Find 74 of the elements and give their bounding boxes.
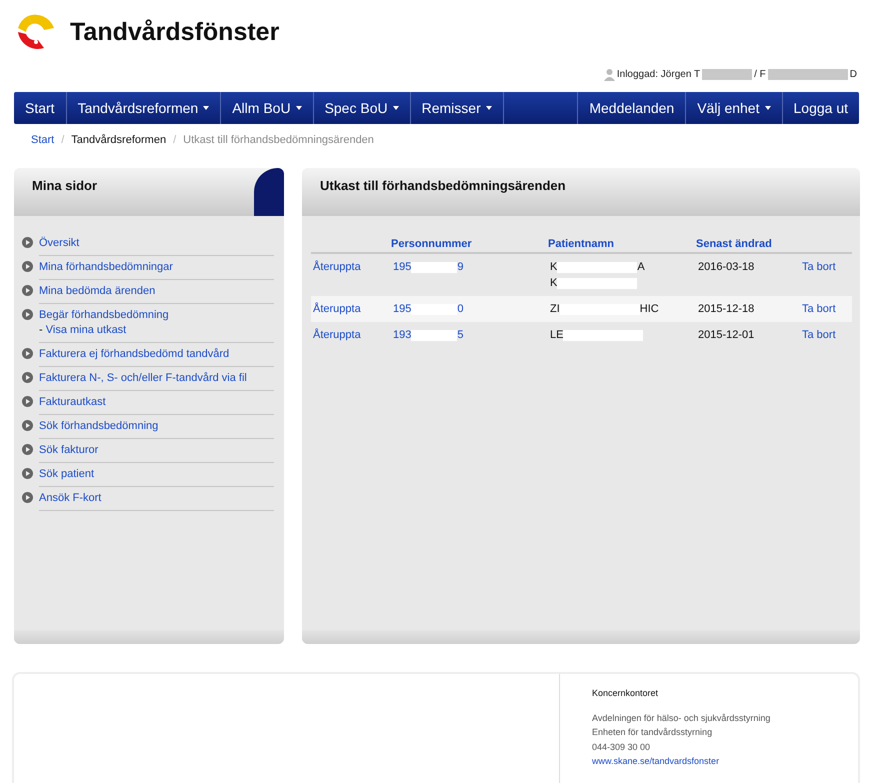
breadcrumb-separator: / xyxy=(173,134,176,148)
login-text: / F xyxy=(754,68,766,80)
column-header: Patientnamn xyxy=(548,238,616,250)
footer-line: Avdelningen för hälso- och sjukvårdsstyrning xyxy=(592,712,770,725)
resume-link[interactable]: Återuppta xyxy=(313,327,393,343)
breadcrumb-link[interactable]: Start xyxy=(31,134,54,152)
play-bullet-icon xyxy=(22,285,33,296)
play-bullet-icon xyxy=(22,261,33,272)
date-cell-text: 2015-12-01 xyxy=(698,328,756,343)
sidebar-link[interactable]: Sök fakturor xyxy=(39,444,98,456)
nav-item[interactable]: Start xyxy=(14,92,67,124)
remove-link[interactable]: Ta bort xyxy=(802,301,852,317)
caret-icon xyxy=(486,106,492,110)
play-bullet-icon xyxy=(22,492,33,503)
resume-link[interactable]: Återuppta xyxy=(313,301,393,317)
nav-item[interactable]: Spec BoU xyxy=(314,92,411,124)
login-text: Inloggad: Jörgen T xyxy=(616,68,700,80)
patient-name-cell: LE xyxy=(550,327,698,343)
play-bullet-icon xyxy=(22,444,33,455)
nav-item[interactable]: Välj enhet xyxy=(685,92,782,124)
panel-title: Utkast till förhandsbedömningsärenden xyxy=(319,177,566,195)
user-icon xyxy=(604,68,615,80)
sidebar-link[interactable]: Fakturera N-, S- och/eller F-tandvård via fil xyxy=(39,372,247,384)
footer-line: 044-309 30 00 xyxy=(592,740,652,754)
caret-icon xyxy=(764,106,770,110)
play-bullet-icon xyxy=(22,468,33,479)
caret-icon xyxy=(296,106,302,110)
footer-org: Koncernkontoret xyxy=(592,687,660,700)
nav-item[interactable]: Allm BoU xyxy=(221,92,314,124)
sidebar-link[interactable]: Sök förhandsbedömning xyxy=(39,420,158,432)
sidebar-link[interactable]: Visa mina utkast xyxy=(46,324,126,336)
play-bullet-icon xyxy=(22,237,33,248)
sidebar-link[interactable]: Ansök F-kort xyxy=(39,492,102,504)
breadcrumb-item: Tandvårdsreformen xyxy=(71,134,166,148)
site-title: Tandvårdsfönster xyxy=(70,18,280,46)
breadcrumb-separator: / xyxy=(61,134,64,148)
date-cell-text: 2015-12-18 xyxy=(698,302,756,317)
panel-title: Mina sidor xyxy=(31,177,98,195)
patient-name-cell-text: K A K xyxy=(550,260,646,291)
caret-icon xyxy=(392,106,399,110)
remove-link[interactable]: Ta bort xyxy=(802,259,852,291)
sidebar-link[interactable]: Översikt xyxy=(39,237,80,249)
nav-item[interactable]: Tandvårdsreformen xyxy=(66,92,222,124)
personnummer-link[interactable]: 195 0 xyxy=(393,303,464,315)
sidebar-link[interactable]: Mina förhandsbedömningar xyxy=(39,261,173,273)
nav-item[interactable]: Remisser xyxy=(410,92,504,124)
patient-name-cell-text: ZI HIC xyxy=(550,302,660,317)
footer-line: Enheten för tandvårdsstyrning xyxy=(592,726,714,739)
caret-icon xyxy=(203,106,210,110)
nav-item[interactable]: Logga ut xyxy=(782,92,859,124)
play-bullet-icon xyxy=(22,309,33,320)
sidebar-link[interactable]: Begär förhandsbedömning xyxy=(39,309,169,321)
play-bullet-icon xyxy=(22,348,33,359)
sidebar-link[interactable]: Mina bedömda ärenden xyxy=(39,285,156,297)
sidebar-link[interactable]: Sök patient xyxy=(39,468,94,480)
date-cell-text: 2016-03-18 xyxy=(698,260,756,275)
breadcrumb-item: Utkast till förhandsbedömningsärenden xyxy=(183,134,374,148)
resume-link[interactable]: Återuppta xyxy=(313,259,393,291)
play-bullet-icon xyxy=(22,420,33,431)
corner-decoration xyxy=(254,168,284,216)
personnummer-link[interactable]: 193 5 xyxy=(393,329,464,341)
dash-text: - xyxy=(39,324,44,336)
play-bullet-icon xyxy=(22,396,33,407)
nav-item[interactable]: Meddelanden xyxy=(577,92,686,124)
footer-link[interactable]: www.skane.se/tandvardsfonster xyxy=(592,756,720,766)
personnummer-link[interactable]: 195 9 xyxy=(393,261,464,273)
redaction-block xyxy=(702,68,752,80)
column-header: Senast ändrad xyxy=(696,238,773,250)
play-bullet-icon xyxy=(22,372,33,383)
remove-link[interactable]: Ta bort xyxy=(802,327,852,343)
login-text: D xyxy=(850,68,857,80)
sidebar-link[interactable]: Fakturera ej förhandsbedömd tandvård xyxy=(39,348,230,360)
column-header: Personnummer xyxy=(391,238,473,250)
sidebar-link[interactable]: Fakturautkast xyxy=(39,396,106,408)
